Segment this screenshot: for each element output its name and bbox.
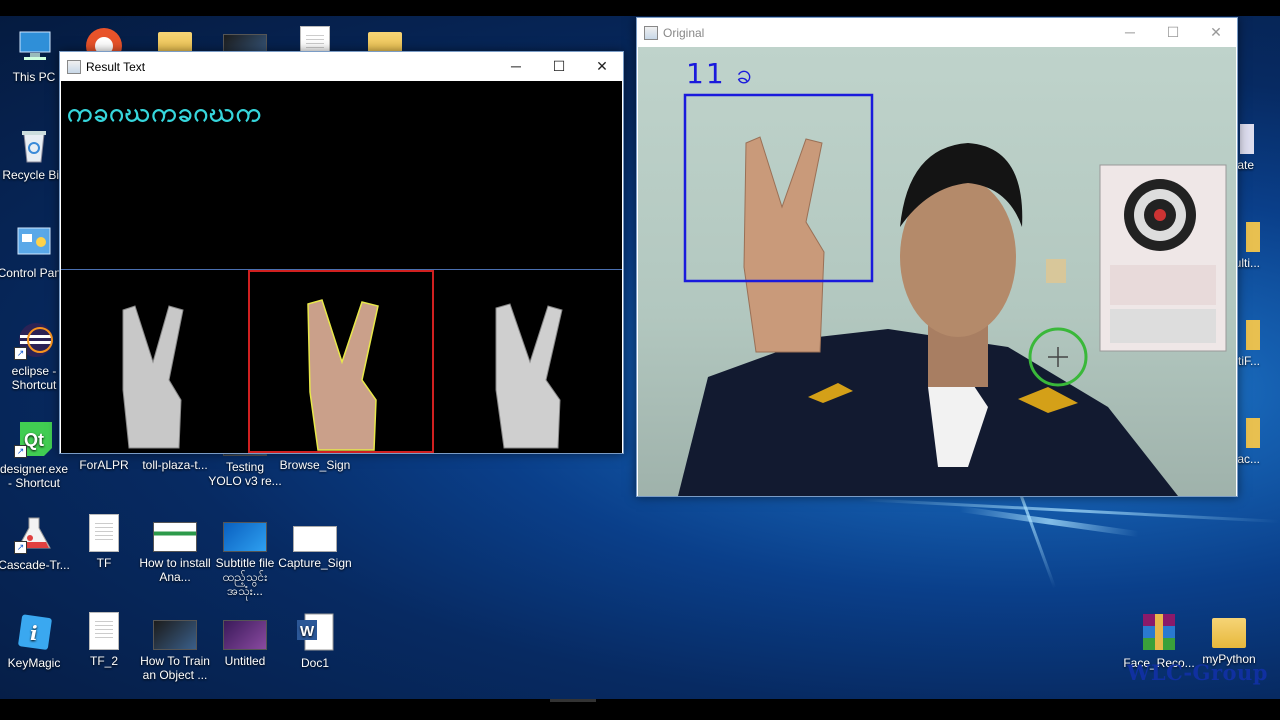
desktop-icon-label: Subtitle file ထည့်သွင်း အသုံး...	[215, 556, 275, 598]
svg-text:W: W	[300, 623, 315, 640]
camera-feed: 11 ခ	[638, 47, 1236, 496]
computer-icon	[14, 26, 54, 66]
desktop-icon-untitled[interactable]: Untitled	[208, 612, 282, 668]
flask-icon: ↗	[14, 514, 54, 554]
desktop-icon-tf2[interactable]: TF_2	[67, 612, 141, 668]
desktop-icon-label: This PC	[12, 70, 56, 84]
video-icon	[223, 522, 267, 552]
desktop-icon-label: ulti...	[1234, 256, 1260, 270]
folder-icon	[1212, 618, 1246, 648]
desktop-icon-label: How to install Ana...	[139, 556, 211, 584]
document-icon	[89, 612, 119, 650]
svg-text:Qt: Qt	[24, 430, 44, 450]
desktop-icon-subtitle[interactable]: Subtitle file ထည့်သွင်း အသုံး...	[208, 514, 282, 598]
desktop-icon-label: TF_2	[89, 654, 118, 668]
desktop-icon-label: Doc1	[300, 656, 329, 670]
title-bar[interactable]: Original ─ ☐ ✕	[637, 18, 1237, 47]
desktop-icon-mypython[interactable]: myPython	[1192, 612, 1266, 666]
desktop-icon-cascade[interactable]: ↗ Cascade-Tr...	[0, 514, 71, 572]
desktop-icon-label: Untitled	[224, 654, 266, 668]
wall-poster-image	[1099, 164, 1227, 352]
contour-panel	[248, 270, 434, 453]
window-title: Result Text	[86, 60, 146, 74]
desktop-icon-install-ana[interactable]: How to install Ana...	[138, 514, 212, 584]
cursor-target-icon	[1028, 327, 1088, 387]
partial-icon	[1246, 418, 1260, 448]
close-button[interactable]: ✕	[581, 52, 623, 81]
desktop-icon-label: tiF...	[1237, 354, 1260, 368]
desktop-icon-doc1[interactable]: W Doc1	[278, 612, 352, 670]
grayscale-panel	[61, 270, 248, 453]
desktop-icon-tf[interactable]: TF	[67, 514, 141, 570]
person-hand	[743, 136, 825, 353]
close-button[interactable]: ✕	[1195, 18, 1237, 47]
hand-contour-image	[307, 299, 379, 451]
title-bar[interactable]: Result Text ─ ☐ ✕	[60, 52, 623, 81]
desktop-icon-label: ForALPR	[79, 458, 129, 472]
desktop-icon-label: Browse_Sign	[279, 458, 351, 472]
shortcut-arrow-icon: ↗	[14, 541, 27, 554]
desktop-icon-label: Capture_Sign	[278, 556, 352, 570]
taskbar-hint	[550, 699, 596, 702]
word-icon: W	[295, 612, 335, 652]
original-window[interactable]: Original ─ ☐ ✕ 11 ခ	[636, 17, 1238, 497]
video-icon	[223, 620, 267, 650]
desktop-icon-keymagic[interactable]: i KeyMagic	[0, 612, 71, 670]
qt-designer-icon: Qt ↗	[14, 418, 54, 458]
shortcut-arrow-icon: ↗	[14, 347, 27, 360]
wall-switch	[1046, 259, 1066, 283]
desktop-icon-label: designer.exe - Shortcut	[0, 462, 69, 490]
video-icon	[153, 620, 197, 650]
prediction-overlay-text: 11 ခ	[686, 57, 755, 90]
window-title: Original	[663, 26, 705, 40]
minimize-button[interactable]: ─	[1109, 18, 1151, 47]
wallpaper-beam	[859, 498, 1280, 523]
partial-icon	[1246, 222, 1260, 252]
recycle-bin-icon	[14, 124, 54, 164]
result-canvas: ကခဂဃကခဂဃက	[61, 81, 622, 453]
image-icon	[293, 526, 337, 552]
desktop-icon-label: TF	[96, 556, 112, 570]
desktop-icon-label: ate	[1237, 158, 1254, 172]
desktop-icon-label: eclipse - Shortcut	[11, 364, 57, 392]
desktop-icon-label: How To Train an Object ...	[140, 654, 210, 682]
desktop-icon-label: Recycle Bin	[2, 168, 66, 182]
result-text-window[interactable]: Result Text ─ ☐ ✕ ကခဂဃကခဂဃက	[59, 51, 624, 454]
desktop-icon-train-object[interactable]: How To Train an Object ...	[138, 612, 212, 682]
hand-mask-image	[495, 303, 563, 449]
document-icon	[89, 514, 119, 552]
partial-icon	[1246, 320, 1260, 350]
watermark: WLC-Group	[1126, 660, 1268, 685]
window-app-icon	[644, 26, 658, 40]
maximize-button[interactable]: ☐	[1152, 18, 1194, 47]
svg-text:i: i	[30, 621, 38, 645]
desktop-icon-capture-sign[interactable]: Capture_Sign	[278, 514, 352, 570]
partial-icon	[1240, 124, 1254, 154]
eclipse-icon: ↗	[14, 320, 54, 360]
window-app-icon	[67, 60, 81, 74]
desktop-icon-label: toll-plaza-t...	[142, 458, 208, 472]
shortcut-arrow-icon: ↗	[14, 445, 27, 458]
video-icon	[153, 522, 197, 552]
minimize-button[interactable]: ─	[495, 52, 537, 81]
keymagic-icon: i	[14, 612, 54, 652]
control-panel-icon	[14, 222, 54, 262]
desktop-icon-label: KeyMagic	[7, 656, 61, 670]
hand-gray-image	[122, 305, 184, 449]
camera-scene	[678, 93, 1227, 496]
winrar-icon	[1139, 612, 1179, 652]
mask-panel	[434, 270, 622, 453]
recognized-text: ကခဂဃကခဂဃက	[67, 97, 263, 127]
desktop-icon-label: Testing YOLO v3 re...	[208, 460, 282, 488]
maximize-button[interactable]: ☐	[538, 52, 580, 81]
desktop-icon-label: Cascade-Tr...	[0, 558, 70, 572]
